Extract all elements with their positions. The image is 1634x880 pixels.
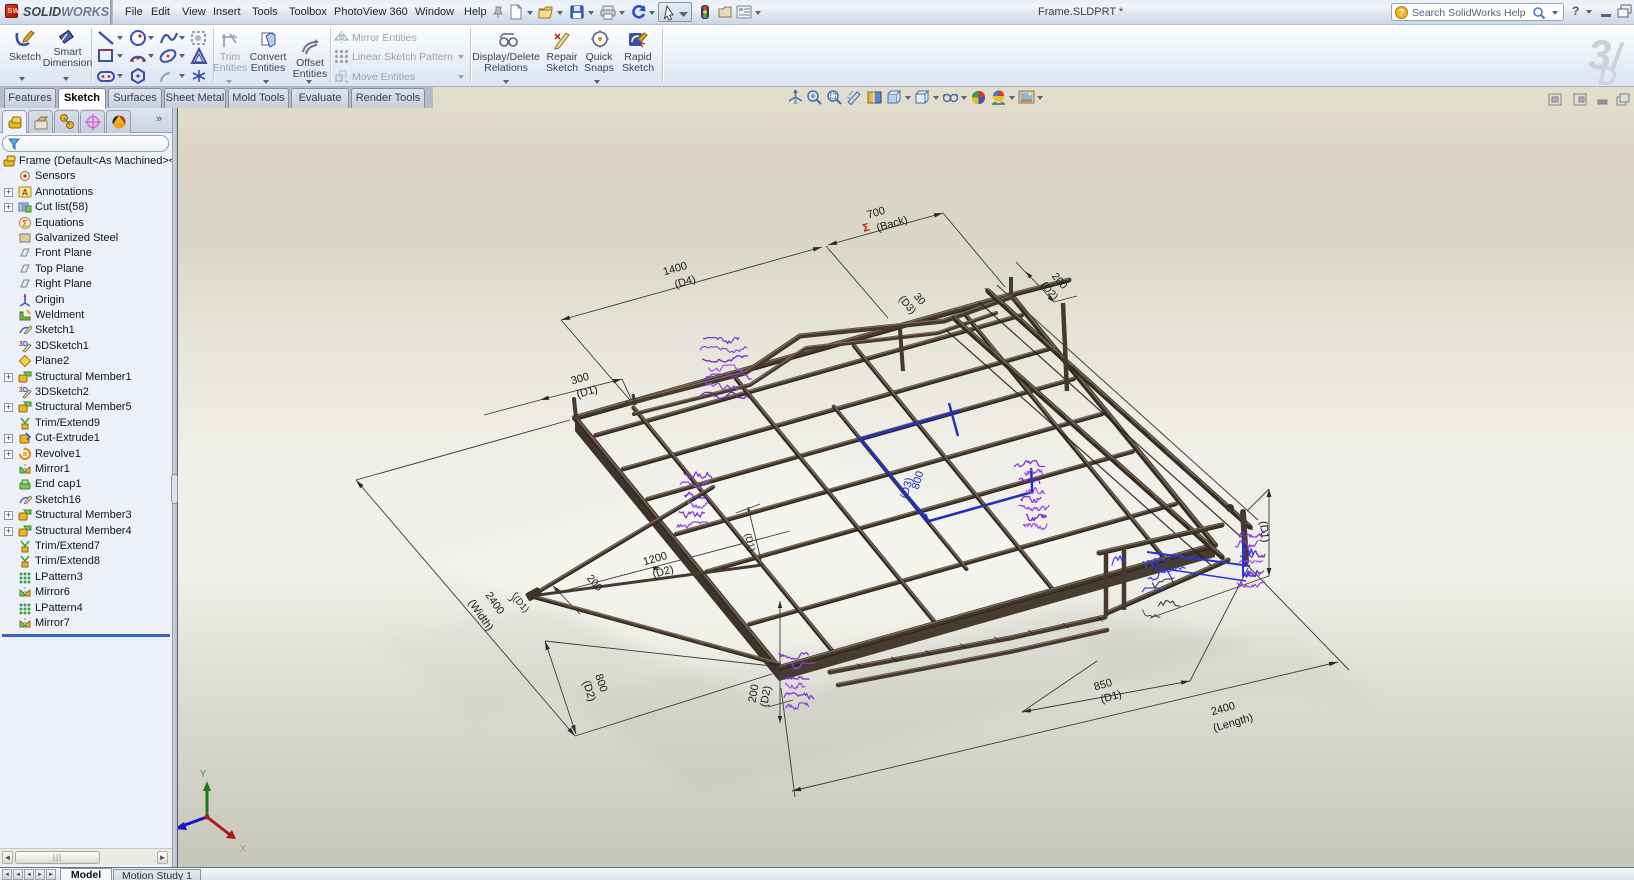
- svg-text:X: X: [240, 844, 247, 855]
- svg-text:?: ?: [1399, 8, 1405, 18]
- svg-text:Y: Y: [200, 769, 207, 780]
- svg-text:A: A: [22, 187, 29, 197]
- svg-text:Σ: Σ: [22, 218, 28, 229]
